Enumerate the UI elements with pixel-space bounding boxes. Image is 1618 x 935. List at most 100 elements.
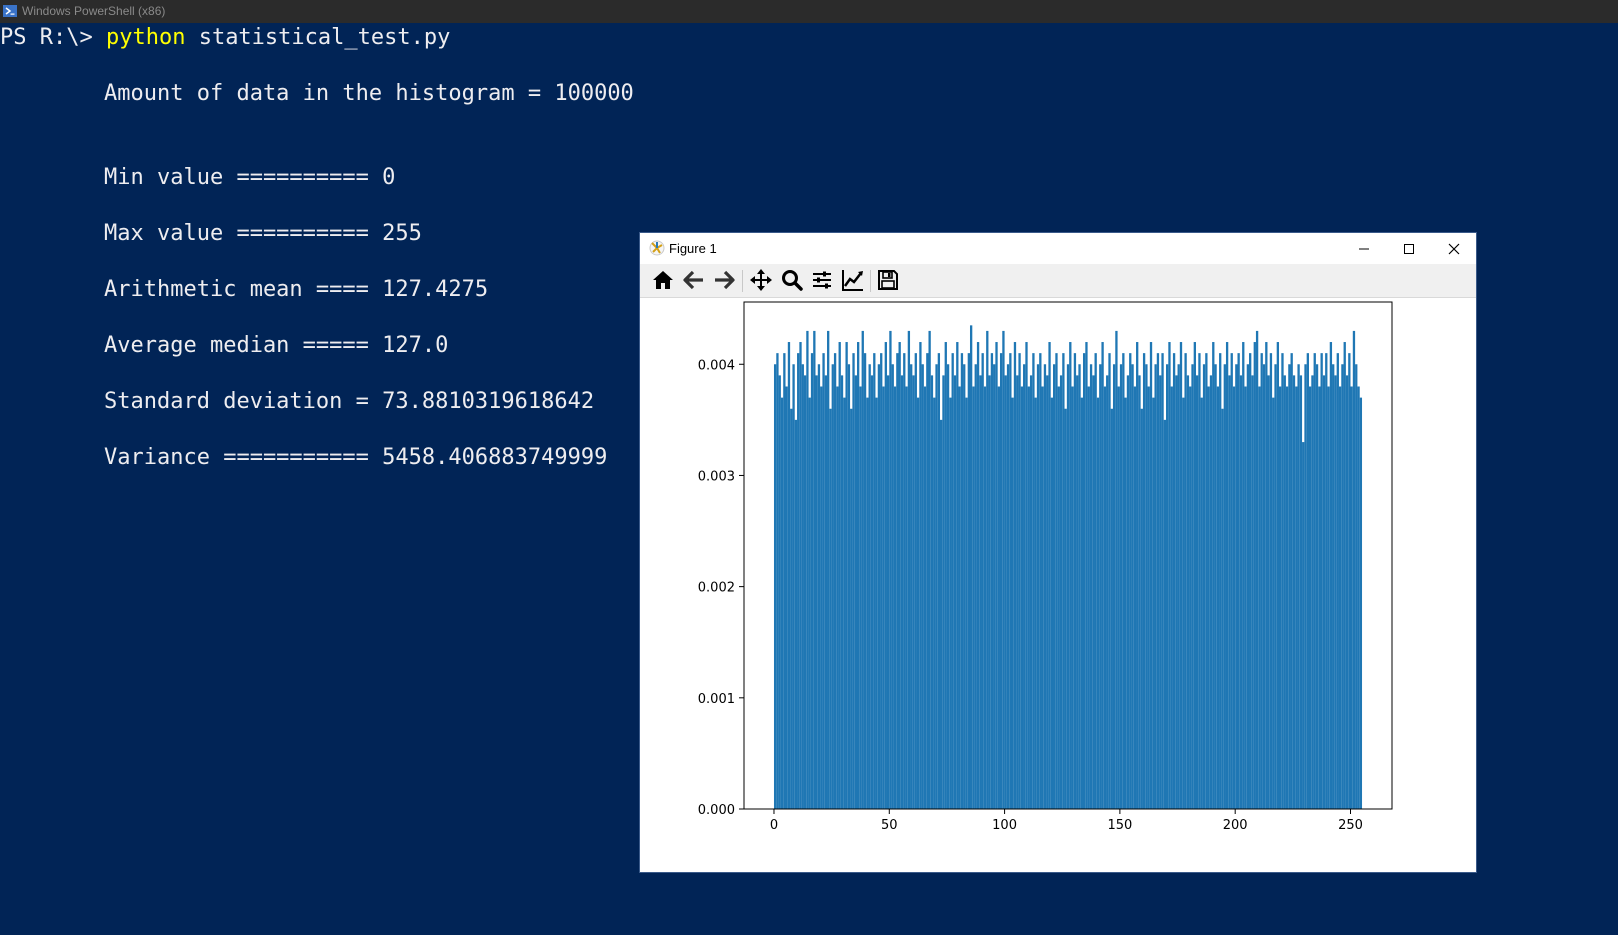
- histogram-bar: [1002, 330, 1005, 809]
- histogram-bar: [1036, 364, 1040, 809]
- histogram-bar: [1053, 364, 1056, 809]
- histogram-bar: [1136, 342, 1139, 809]
- histogram-bar: [1355, 364, 1358, 809]
- powershell-icon: [3, 5, 17, 17]
- histogram-bar: [1073, 353, 1077, 809]
- histogram-bar: [1140, 408, 1143, 809]
- histogram-bar: [1145, 364, 1148, 809]
- histogram-bar: [803, 375, 807, 809]
- histogram-bar: [1020, 386, 1024, 809]
- back-icon: [683, 270, 703, 290]
- histogram-bar: [1299, 375, 1303, 809]
- histogram-bar: [833, 353, 837, 809]
- histogram-bar: [953, 375, 957, 809]
- histogram-bar: [914, 353, 917, 809]
- histogram-bar: [1184, 353, 1187, 809]
- histogram-bar: [1124, 397, 1127, 809]
- console-output[interactable]: PS R:\> python statistical_test.py Amoun…: [0, 24, 640, 470]
- configure-subplots-button[interactable]: [810, 268, 836, 294]
- histogram-bar: [1066, 364, 1070, 809]
- output-line: Variance =========== 5458.406883749999: [104, 445, 608, 470]
- x-tick-label: 250: [1338, 818, 1363, 833]
- matplotlib-icon: [649, 240, 665, 256]
- histogram-bar: [995, 342, 998, 809]
- save-button[interactable]: [876, 268, 902, 294]
- output-line: Max value ========== 255: [104, 221, 422, 246]
- histogram-bar: [1285, 386, 1289, 809]
- histogram-bar: [1345, 375, 1349, 809]
- histogram-bar: [813, 330, 816, 809]
- histogram-bar: [1265, 342, 1268, 809]
- histogram-bar: [780, 397, 784, 809]
- histogram-bars: [773, 325, 1363, 809]
- histogram-bar: [1304, 364, 1307, 809]
- home-icon: [653, 271, 673, 289]
- histogram-bar: [1080, 397, 1083, 809]
- histogram-bar: [967, 353, 970, 809]
- powershell-titlebar[interactable]: Windows PowerShell (x86): [0, 0, 1618, 23]
- histogram-bar: [1283, 375, 1286, 809]
- zoom-button[interactable]: [780, 268, 806, 294]
- histogram-bar: [1198, 353, 1201, 809]
- minimize-button[interactable]: [1341, 233, 1387, 264]
- edit-axis-icon: [842, 270, 863, 291]
- histogram-bar: [1069, 342, 1072, 809]
- histogram-bar: [1023, 364, 1026, 809]
- histogram-bar: [974, 364, 977, 809]
- histogram-bar: [1099, 364, 1102, 809]
- figure-titlebar[interactable]: Figure 1: [640, 233, 1476, 264]
- close-button[interactable]: [1431, 233, 1477, 264]
- x-axis: 0 50 100 150 200 250: [770, 809, 1363, 833]
- figure-title: Figure 1: [669, 241, 717, 256]
- histogram-bar: [870, 375, 874, 809]
- histogram-bar: [1288, 364, 1291, 809]
- forward-button[interactable]: [712, 268, 738, 294]
- forward-icon: [715, 270, 735, 290]
- pan-button[interactable]: [749, 268, 775, 294]
- histogram-bar: [1329, 342, 1333, 809]
- histogram-bar: [949, 397, 952, 809]
- histogram-bar: [1025, 342, 1028, 809]
- command-argument: statistical_test.py: [185, 25, 451, 50]
- histogram-bar: [1311, 375, 1314, 809]
- histogram-bar: [1129, 353, 1132, 809]
- histogram-bar: [960, 353, 964, 809]
- histogram-bar: [797, 353, 800, 809]
- histogram-bar: [1279, 386, 1282, 809]
- histogram-bar: [1350, 386, 1353, 809]
- histogram-bar: [1064, 408, 1067, 809]
- histogram-bar: [1122, 353, 1125, 809]
- histogram-bar: [1179, 342, 1183, 809]
- histogram-bar: [1149, 342, 1153, 809]
- histogram-bar: [1006, 364, 1010, 809]
- histogram-bar: [1322, 375, 1326, 809]
- histogram-bar: [972, 386, 975, 809]
- maximize-button[interactable]: [1386, 233, 1432, 264]
- histogram-bar: [1071, 386, 1074, 809]
- histogram-bar: [1055, 353, 1058, 809]
- histogram-bar: [1338, 386, 1342, 809]
- histogram-bar: [822, 353, 825, 809]
- histogram-bar: [1191, 364, 1194, 809]
- save-icon: [878, 270, 898, 290]
- histogram-bar: [990, 353, 994, 809]
- home-button[interactable]: [651, 268, 677, 294]
- histogram-bar: [877, 364, 881, 809]
- histogram-bar: [926, 353, 929, 809]
- histogram-bar: [999, 353, 1003, 809]
- back-button[interactable]: [682, 268, 708, 294]
- histogram-bar: [965, 397, 968, 809]
- histogram-bar: [859, 386, 862, 809]
- histogram-bar: [1219, 353, 1222, 809]
- histogram-bar: [1302, 442, 1305, 809]
- y-axis: 0.000 0.001 0.002 0.003 0.004: [698, 358, 744, 818]
- histogram-bar: [889, 330, 892, 809]
- histogram-bar: [790, 408, 793, 809]
- edit-axis-button[interactable]: [841, 268, 867, 294]
- histogram-bar: [969, 325, 973, 809]
- histogram-bar: [815, 375, 818, 809]
- x-tick-label: 0: [770, 818, 778, 833]
- figure-window[interactable]: Figure 1 0 50 100 150 200 250 0.000 0.00…: [640, 233, 1476, 872]
- histogram-bar: [1207, 386, 1210, 809]
- histogram-bar: [1009, 353, 1012, 809]
